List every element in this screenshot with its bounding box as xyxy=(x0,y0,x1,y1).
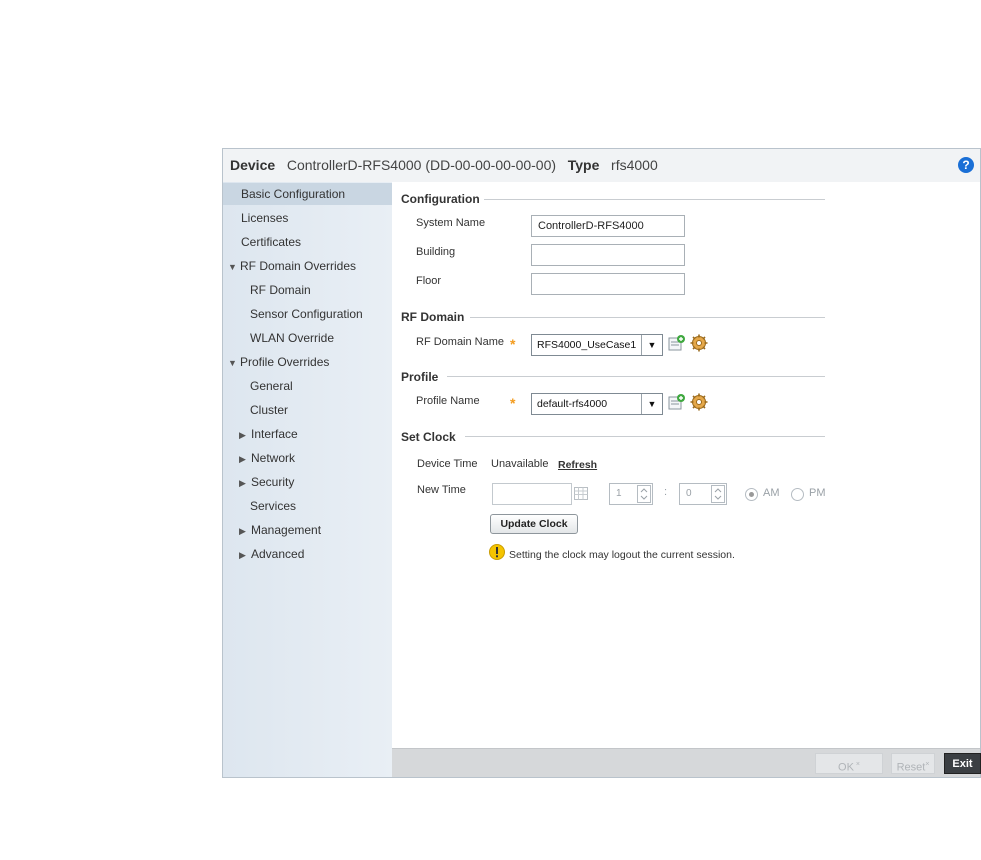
expand-down-icon[interactable]: ▼ xyxy=(228,358,240,368)
sidebar-item-security[interactable]: ▶ Security xyxy=(239,475,294,489)
reset-label: Reset xyxy=(896,761,926,774)
sidebar-item-network[interactable]: ▶ Network xyxy=(239,451,295,465)
device-value: ControllerD-RFS4000 (DD-00-00-00-00-00) xyxy=(286,157,557,173)
rf-domain-name-select[interactable]: RFS4000_UseCase1 ▼ xyxy=(531,334,663,356)
expand-right-icon[interactable]: ▶ xyxy=(239,526,251,537)
configuration-section-title: Configuration xyxy=(401,192,480,206)
exit-button[interactable]: Exit xyxy=(944,753,981,774)
sidebar: Basic Configuration Licenses Certificate… xyxy=(223,182,393,777)
window-header: Device ControllerD-RFS4000 (DD-00-00-00-… xyxy=(223,149,980,183)
sidebar-item-label: Management xyxy=(251,523,322,537)
device-time-label: Device Time xyxy=(417,458,478,470)
am-radio[interactable] xyxy=(745,488,758,501)
ok-button[interactable]: OK × xyxy=(815,753,883,774)
gear-icon[interactable] xyxy=(690,334,708,352)
help-icon[interactable]: ? xyxy=(958,157,974,173)
sidebar-item-cluster[interactable]: Cluster xyxy=(250,403,288,417)
sidebar-item-profile-overrides[interactable]: ▼ Profile Overrides xyxy=(228,355,329,369)
building-input[interactable] xyxy=(531,244,685,266)
minute-stepper[interactable]: 0 xyxy=(679,483,727,505)
warning-icon xyxy=(489,544,505,560)
sidebar-item-rf-domain-overrides[interactable]: ▼ RF Domain Overrides xyxy=(228,259,356,273)
sidebar-item-label: Security xyxy=(251,475,295,489)
main-panel: Configuration System Name ControllerD-RF… xyxy=(392,182,980,749)
sidebar-item-management[interactable]: ▶ Management xyxy=(239,523,321,537)
dropdown-arrow-icon[interactable]: ▼ xyxy=(641,335,662,355)
expand-right-icon[interactable]: ▶ xyxy=(239,430,251,441)
new-time-date-input[interactable] xyxy=(492,483,572,505)
type-label: Type xyxy=(567,157,600,173)
footer-bar: OK × Reset× Exit xyxy=(392,748,981,777)
device-configuration-window: Device ControllerD-RFS4000 (DD-00-00-00-… xyxy=(222,148,981,778)
required-star-icon: * xyxy=(510,336,516,352)
type-value: rfs4000 xyxy=(611,157,658,173)
system-name-label: System Name xyxy=(416,217,486,229)
floor-label: Floor xyxy=(416,275,442,287)
expand-right-icon[interactable]: ▶ xyxy=(239,454,251,465)
calendar-icon[interactable] xyxy=(574,486,588,500)
profile-name-select[interactable]: default-rfs4000 ▼ xyxy=(531,393,663,415)
sidebar-item-services[interactable]: Services xyxy=(250,499,296,513)
floor-input[interactable] xyxy=(531,273,685,295)
sidebar-item-basic-configuration[interactable]: Basic Configuration xyxy=(241,187,345,201)
warning-message: Setting the clock may logout the current… xyxy=(509,549,735,561)
hour-value: 1 xyxy=(616,488,622,499)
create-new-icon[interactable] xyxy=(668,393,686,411)
sidebar-item-label: Advanced xyxy=(251,547,305,561)
sidebar-item-rf-domain[interactable]: RF Domain xyxy=(250,283,311,297)
sidebar-item-label: RF Domain Overrides xyxy=(240,259,357,273)
expand-right-icon[interactable]: ▶ xyxy=(239,478,251,489)
rf-domain-section-title: RF Domain xyxy=(401,310,465,324)
profile-name-value: default-rfs4000 xyxy=(537,398,608,410)
stepper-arrows-icon[interactable] xyxy=(711,485,725,503)
create-new-icon[interactable] xyxy=(668,334,686,352)
new-time-label: New Time xyxy=(417,484,466,496)
profile-name-label: Profile Name xyxy=(416,395,480,407)
device-label: Device xyxy=(230,157,276,173)
sidebar-item-interface[interactable]: ▶ Interface xyxy=(239,427,298,441)
device-title: Device ControllerD-RFS4000 (DD-00-00-00-… xyxy=(230,157,658,173)
sidebar-item-certificates[interactable]: Certificates xyxy=(241,235,301,249)
time-separator: : xyxy=(664,486,668,498)
ok-label: OK xyxy=(838,761,854,774)
sidebar-item-wlan-override[interactable]: WLAN Override xyxy=(250,331,334,345)
expand-down-icon[interactable]: ▼ xyxy=(228,262,240,272)
sidebar-item-general[interactable]: General xyxy=(250,379,293,393)
system-name-input[interactable]: ControllerD-RFS4000 xyxy=(531,215,685,237)
refresh-link[interactable]: Refresh xyxy=(558,459,597,471)
update-clock-button[interactable]: Update Clock xyxy=(490,514,578,534)
device-time-value: Unavailable xyxy=(491,458,549,470)
hour-stepper[interactable]: 1 xyxy=(609,483,653,505)
expand-right-icon[interactable]: ▶ xyxy=(239,550,251,561)
profile-section-title: Profile xyxy=(401,370,439,384)
section-divider xyxy=(470,317,825,318)
sidebar-item-label: Interface xyxy=(251,427,298,441)
building-label: Building xyxy=(416,246,456,258)
sidebar-item-licenses[interactable]: Licenses xyxy=(241,211,288,225)
section-divider xyxy=(484,199,825,200)
am-label: AM xyxy=(763,487,780,499)
rf-domain-name-label: RF Domain Name xyxy=(416,336,505,348)
rf-domain-name-value: RFS4000_UseCase1 xyxy=(537,339,637,351)
section-divider xyxy=(465,436,825,437)
set-clock-section-title: Set Clock xyxy=(401,430,456,444)
required-star-icon: * xyxy=(510,395,516,411)
stepper-arrows-icon[interactable] xyxy=(637,485,651,503)
reset-button[interactable]: Reset× xyxy=(891,753,935,774)
pm-label: PM xyxy=(809,487,826,499)
pm-radio[interactable] xyxy=(791,488,804,501)
dropdown-arrow-icon[interactable]: ▼ xyxy=(641,394,662,414)
gear-icon[interactable] xyxy=(690,393,708,411)
section-divider xyxy=(447,376,825,377)
sidebar-item-sensor-configuration[interactable]: Sensor Configuration xyxy=(250,307,363,321)
sidebar-item-advanced[interactable]: ▶ Advanced xyxy=(239,547,304,561)
minute-value: 0 xyxy=(686,488,692,499)
sidebar-item-label: Network xyxy=(251,451,296,465)
sidebar-item-label: Profile Overrides xyxy=(240,355,330,369)
